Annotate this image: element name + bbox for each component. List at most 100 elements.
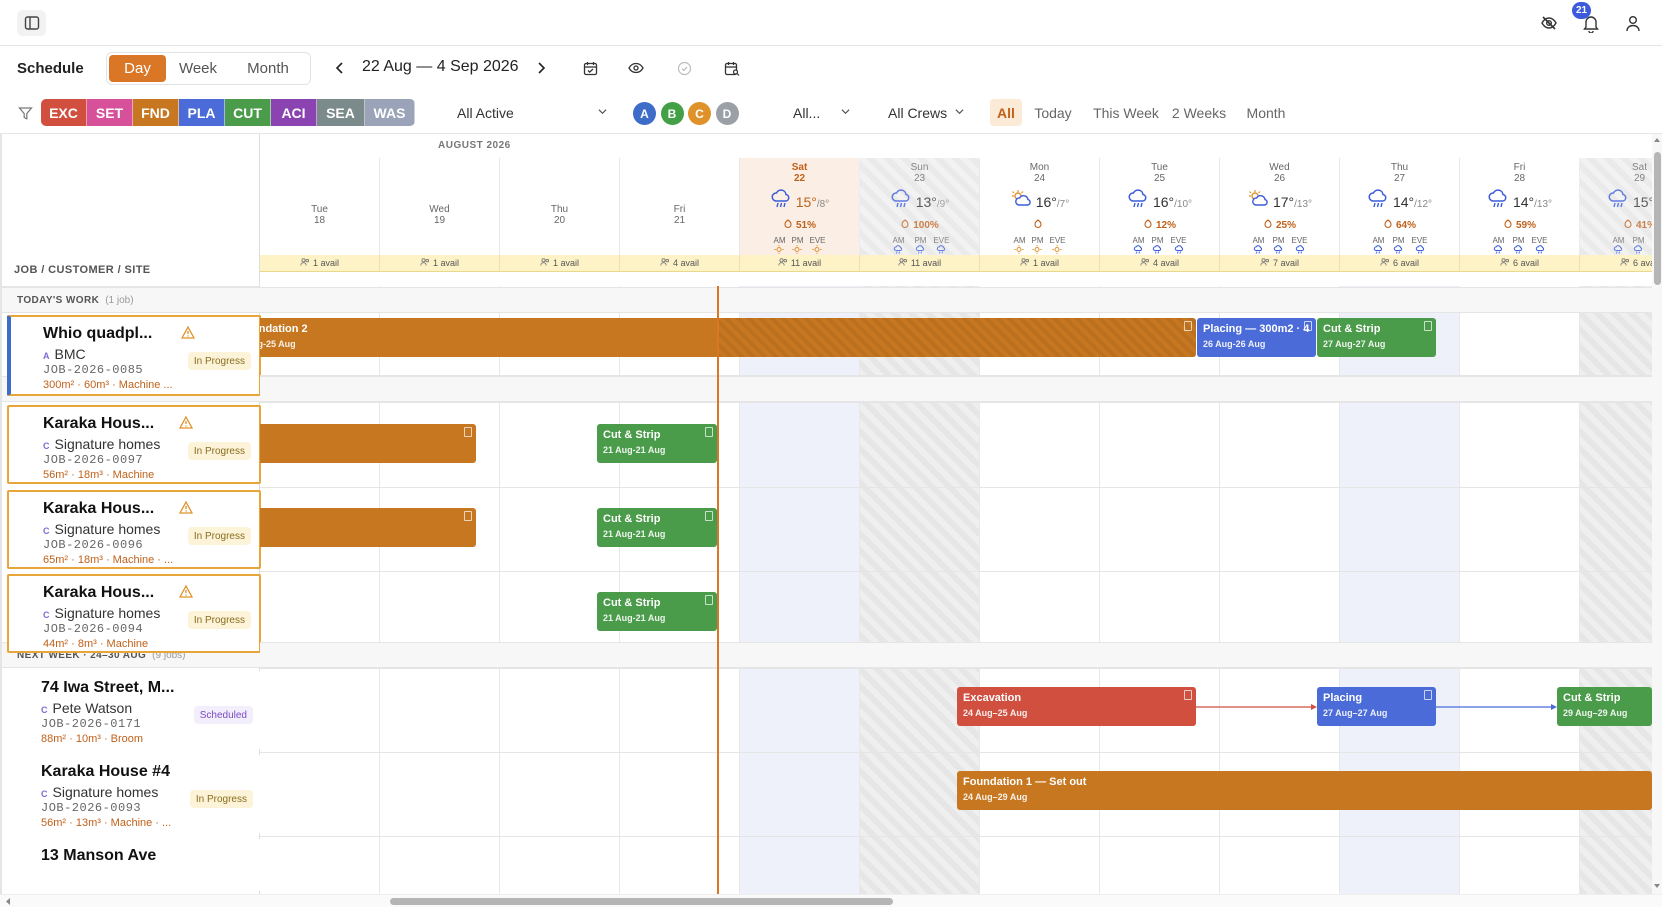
schedule-bar[interactable]: Placing 27 Aug–27 Aug [1317, 687, 1436, 726]
job-list-pane: JOB / CUSTOMER / SITE TODAY'S WORK (1 job… [0, 134, 261, 894]
rain-chance-value: 100% [913, 219, 939, 231]
all-select[interactable]: All... [783, 99, 858, 126]
rain-drop-icon [1503, 218, 1513, 232]
period-label: PM [1031, 236, 1044, 245]
crew-select[interactable]: All Crews [878, 99, 972, 126]
horizontal-scrollbar[interactable] [0, 894, 1662, 907]
stage-chip-cut[interactable]: CUT [225, 99, 271, 126]
crew-chip-d[interactable]: D [715, 102, 739, 125]
filter-icon[interactable] [16, 104, 34, 122]
range-this-week[interactable]: This Week [1086, 99, 1166, 126]
schedule-bar[interactable]: Placing — 300m2 · 4 26 Aug-26 Aug [1197, 318, 1316, 357]
day-name: Tue [311, 204, 328, 215]
chevron-down-icon [841, 109, 850, 115]
day-date: 29 [1633, 173, 1646, 184]
job-number: JOB-2026-0171 [41, 717, 142, 731]
temperature: 13°/9° [916, 194, 950, 210]
crew-chip-b[interactable]: B [660, 102, 684, 125]
weather-icon [1367, 189, 1389, 214]
check-circle-icon[interactable] [674, 58, 694, 78]
range-2-weeks[interactable]: 2 Weeks [1168, 99, 1230, 126]
job-card[interactable]: 74 Iwa Street, M... C Pete Watson JOB-2026-… [7, 671, 261, 749]
stage-chip-exc[interactable]: EXC [41, 99, 87, 126]
bar-dates: 29 Aug–29 Aug [1563, 708, 1628, 718]
day-name: Fri [673, 204, 686, 215]
schedule-bar[interactable] [260, 508, 476, 547]
calendar-check-icon[interactable] [580, 58, 600, 78]
schedule-bar[interactable]: Cut & Strip 29 Aug–29 Aug [1557, 687, 1652, 726]
job-number: JOB-2026-0085 [43, 363, 144, 377]
status-select[interactable]: All Active [447, 99, 615, 126]
eye-icon[interactable] [626, 58, 646, 78]
schedule-bar[interactable] [260, 424, 476, 463]
calendar-search-icon[interactable] [722, 58, 742, 78]
stage-chip-pla[interactable]: PLA [179, 99, 225, 126]
sidebar-icon [24, 16, 39, 30]
avail-count: 6 avail [1459, 255, 1579, 272]
job-card[interactable]: Whio quadpl... A BMC JOB-2026-0085 300m² · 6… [7, 315, 261, 396]
period-label: PM [914, 236, 927, 245]
stage-chip-fnd[interactable]: FND [133, 99, 179, 126]
people-icon [1380, 258, 1390, 268]
weather-icon [1247, 189, 1269, 214]
customer-name: Signature homes [54, 436, 161, 452]
job-meta: 88m² · 10m³ · Broom [41, 733, 144, 745]
crew-chip-c[interactable]: C [688, 102, 711, 125]
avail-value: 11 avail [910, 258, 942, 268]
temp-low: /13° [1294, 198, 1313, 210]
prev-range-button[interactable] [332, 58, 348, 78]
section-header: TODAY'S WORK (1 job) [2, 287, 260, 313]
bar-dates: 24 Aug–29 Aug [963, 792, 1028, 802]
job-card[interactable]: Karaka Hous... C Signature homes JOB-2026-0… [7, 490, 261, 569]
hide-icon[interactable] [1538, 12, 1560, 34]
schedule-bar[interactable]: Cut & Strip 21 Aug-21 Aug [597, 508, 717, 547]
period-label: EVE [933, 236, 950, 245]
schedule-bar[interactable]: Excavation 24 Aug–25 Aug [957, 687, 1196, 726]
tab-week[interactable]: Week [166, 55, 230, 82]
vertical-scrollbar[interactable] [1652, 134, 1662, 894]
day-date: 18 [313, 215, 326, 226]
customer: C Signature homes [43, 521, 160, 537]
people-icon [300, 258, 310, 268]
tab-day[interactable]: Day [109, 55, 166, 82]
horizontal-scroll-thumb[interactable] [390, 898, 893, 905]
schedule-bar[interactable]: Cut & Strip 27 Aug-27 Aug [1317, 318, 1436, 357]
people-icon [898, 258, 908, 268]
avail-value: 4 avail [1152, 258, 1179, 268]
stage-chip-was[interactable]: WAS [365, 99, 415, 126]
job-meta: 300m² · 60m³ · Machine ... [43, 379, 173, 391]
period-label: EVE [1411, 236, 1428, 245]
weather-summary: 16°/7° [980, 189, 1099, 214]
job-card[interactable]: Karaka Hous... C Signature homes JOB-2026-0… [7, 405, 261, 484]
job-card[interactable]: 13 Manson Ave [7, 839, 261, 891]
crew-chip-a[interactable]: A [633, 102, 656, 125]
stage-chip-sea[interactable]: SEA [317, 99, 365, 126]
avail-value: 1 avail [552, 258, 579, 268]
schedule-bar[interactable]: Cut & Strip 21 Aug-21 Aug [597, 424, 717, 463]
range-today[interactable]: Today [1028, 99, 1078, 126]
user-icon[interactable] [1622, 12, 1644, 34]
day-date: 22 [793, 173, 806, 184]
avail-value: 11 avail [790, 258, 822, 268]
range-month[interactable]: Month [1242, 99, 1290, 126]
temperature: 16°/10° [1153, 194, 1192, 210]
next-range-button[interactable] [533, 58, 549, 78]
sidebar-toggle-button[interactable] [17, 10, 46, 36]
vertical-scroll-thumb[interactable] [1654, 152, 1661, 285]
job-card[interactable]: Karaka Hous... C Signature homes JOB-2026-0… [7, 574, 261, 653]
rain-drop-icon [1623, 218, 1633, 232]
day-date: 25 [1153, 173, 1166, 184]
job-number: JOB-2026-0094 [43, 622, 144, 636]
customer: A BMC [43, 346, 86, 362]
period-label: PM [791, 236, 804, 245]
customer-type: C [43, 610, 50, 620]
job-card[interactable]: Karaka House #4 C Signature homes JOB-2026-… [7, 755, 261, 833]
avail-count: 11 avail [859, 255, 979, 272]
schedule-bar[interactable]: Foundation 1 — Set out 24 Aug–29 Aug [957, 771, 1652, 810]
schedule-bar[interactable]: Cut & Strip 21 Aug-21 Aug [597, 592, 717, 631]
rain-chance: 51% [740, 218, 859, 232]
stage-chip-set[interactable]: SET [87, 99, 133, 126]
tab-month[interactable]: Month [230, 55, 306, 82]
range-all[interactable]: All [990, 99, 1022, 126]
stage-chip-aci[interactable]: ACI [271, 99, 317, 126]
